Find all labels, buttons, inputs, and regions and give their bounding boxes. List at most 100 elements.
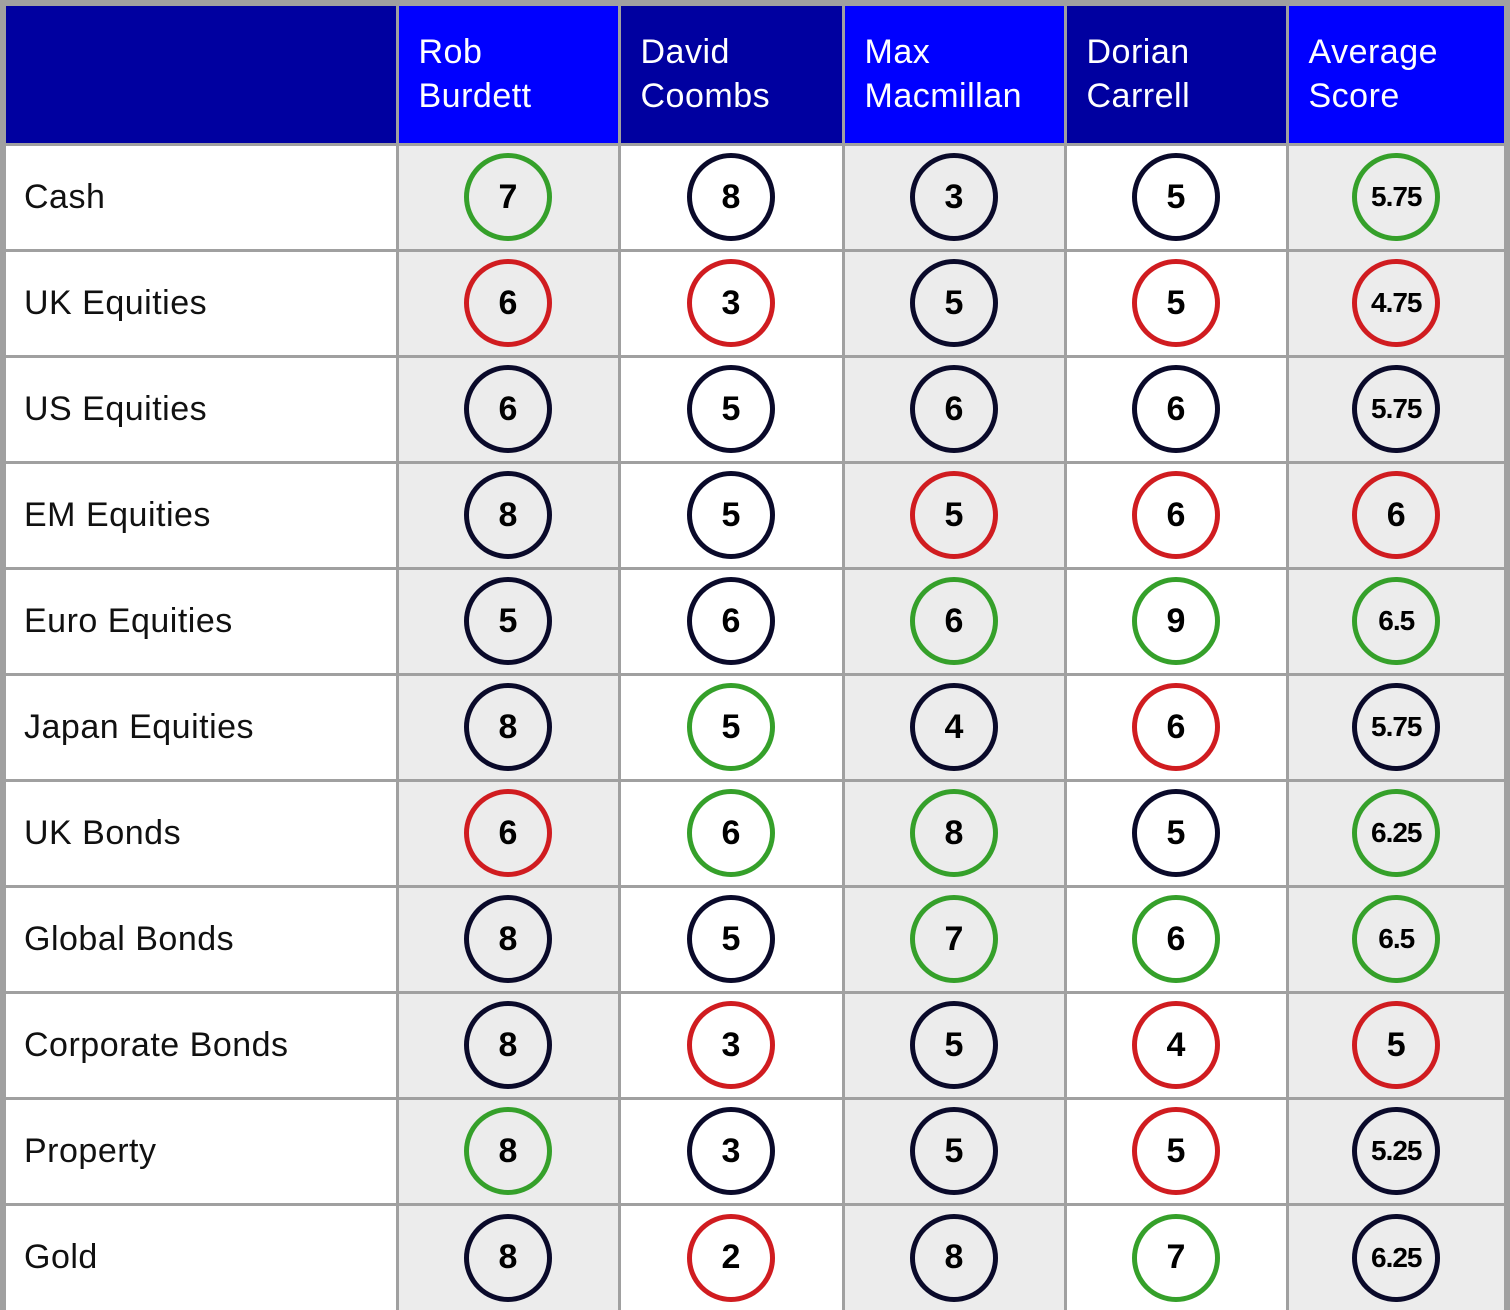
score-badge-neutral: 5 — [1132, 153, 1220, 241]
score-badge-neutral: 5 — [687, 365, 775, 453]
score-badge-neutral: 6 — [1132, 365, 1220, 453]
score-badge-neutral: 8 — [464, 1001, 552, 1089]
header-rob-burdett: Rob Burdett — [395, 6, 619, 146]
score-cell-dorian-carrell: 6 — [1063, 460, 1287, 568]
score-badge-red: 4 — [1132, 1001, 1220, 1089]
header-corner — [6, 6, 397, 146]
score-badge-neutral: 5 — [910, 1107, 998, 1195]
score-badge-neutral: 8 — [464, 1213, 552, 1302]
header-line: Macmillan — [864, 77, 1023, 116]
score-cell-rob-burdett: 8 — [395, 1096, 619, 1204]
table-row: Gold 8 2 8 7 6.25 — [6, 1202, 1504, 1310]
score-cell-dorian-carrell: 7 — [1063, 1202, 1287, 1310]
score-cell-rob-burdett: 5 — [395, 566, 619, 674]
score-cell-average-score: 6 — [1285, 460, 1504, 568]
score-badge-green: 5 — [687, 683, 775, 771]
score-badge-green: 8 — [464, 1107, 552, 1195]
table-row: EM Equities 8 5 5 6 6 — [6, 460, 1504, 568]
score-badge-red: 6 — [1132, 471, 1220, 559]
score-badge-neutral: 6 — [687, 577, 775, 665]
score-cell-max-macmillan: 7 — [841, 884, 1065, 992]
row-label: US Equities — [6, 354, 397, 462]
table-row: Cash 7 8 3 5 5.75 — [6, 142, 1504, 250]
row-label: Property — [6, 1096, 397, 1204]
score-badge-neutral: 8 — [910, 1213, 998, 1302]
score-badge-red: 5 — [1352, 1001, 1441, 1089]
score-cell-average-score: 6.25 — [1285, 1202, 1504, 1310]
score-cell-david-coombs: 5 — [617, 672, 843, 780]
score-cell-rob-burdett: 8 — [395, 672, 619, 780]
row-label: EM Equities — [6, 460, 397, 568]
header-line: Rob — [418, 33, 483, 72]
asset-score-table: Rob Burdett David Coombs Max Macmillan D… — [6, 6, 1504, 1310]
score-cell-dorian-carrell: 6 — [1063, 354, 1287, 462]
score-cell-david-coombs: 3 — [617, 990, 843, 1098]
header-line: David — [640, 33, 730, 72]
row-label: UK Equities — [6, 248, 397, 356]
score-badge-green: 5.75 — [1352, 153, 1441, 241]
table-row: Global Bonds 8 5 7 6 6.5 — [6, 884, 1504, 992]
score-badge-neutral: 4 — [910, 683, 998, 771]
score-badge-green: 6.5 — [1352, 577, 1441, 665]
header-row: Rob Burdett David Coombs Max Macmillan D… — [6, 6, 1504, 146]
score-badge-neutral: 5 — [1132, 789, 1220, 877]
score-badge-green: 7 — [1132, 1213, 1220, 1302]
score-cell-max-macmillan: 3 — [841, 142, 1065, 250]
score-badge-neutral: 6 — [910, 365, 998, 453]
table-row: Japan Equities 8 5 4 6 5.75 — [6, 672, 1504, 780]
score-badge-green: 6 — [910, 577, 998, 665]
score-badge-red: 3 — [687, 259, 775, 347]
row-label: Cash — [6, 142, 397, 250]
score-cell-max-macmillan: 8 — [841, 778, 1065, 886]
header-david-coombs: David Coombs — [617, 6, 843, 146]
table-row: Euro Equities 5 6 6 9 6.5 — [6, 566, 1504, 674]
score-cell-rob-burdett: 8 — [395, 1202, 619, 1310]
header-line: Score — [1308, 77, 1400, 116]
score-badge-neutral: 8 — [464, 683, 552, 771]
score-badge-red: 6 — [464, 259, 552, 347]
score-badge-red: 6 — [464, 789, 552, 877]
score-badge-neutral: 6.25 — [1352, 1213, 1441, 1302]
score-cell-dorian-carrell: 5 — [1063, 1096, 1287, 1204]
score-badge-neutral: 5.75 — [1352, 683, 1441, 771]
score-cell-dorian-carrell: 4 — [1063, 990, 1287, 1098]
score-badge-red: 5 — [910, 471, 998, 559]
score-cell-david-coombs: 6 — [617, 566, 843, 674]
score-badge-neutral: 3 — [910, 153, 998, 241]
row-label: UK Bonds — [6, 778, 397, 886]
score-cell-max-macmillan: 5 — [841, 1096, 1065, 1204]
score-cell-average-score: 5.75 — [1285, 354, 1504, 462]
score-cell-rob-burdett: 6 — [395, 354, 619, 462]
row-label: Japan Equities — [6, 672, 397, 780]
score-badge-neutral: 8 — [464, 471, 552, 559]
table-row: UK Bonds 6 6 8 5 6.25 — [6, 778, 1504, 886]
score-badge-neutral: 5.25 — [1352, 1107, 1441, 1195]
score-cell-average-score: 6.5 — [1285, 884, 1504, 992]
score-cell-average-score: 5 — [1285, 990, 1504, 1098]
score-badge-green: 8 — [910, 789, 998, 877]
score-cell-david-coombs: 5 — [617, 884, 843, 992]
score-badge-green: 7 — [910, 895, 998, 983]
score-cell-david-coombs: 8 — [617, 142, 843, 250]
table-body: Cash 7 8 3 5 5.75 UK Equities 6 3 5 5 4.75 US Equiti… — [6, 142, 1504, 1310]
score-cell-rob-burdett: 8 — [395, 990, 619, 1098]
score-badge-neutral: 5 — [464, 577, 552, 665]
header-line: Burdett — [418, 77, 532, 116]
score-cell-david-coombs: 5 — [617, 460, 843, 568]
header-line: Coombs — [640, 77, 771, 116]
header-line: Carrell — [1086, 77, 1191, 116]
score-cell-dorian-carrell: 5 — [1063, 142, 1287, 250]
header-line: Dorian — [1086, 33, 1190, 72]
header-dorian-carrell: Dorian Carrell — [1063, 6, 1287, 146]
table-row: UK Equities 6 3 5 5 4.75 — [6, 248, 1504, 356]
score-badge-neutral: 5 — [687, 895, 775, 983]
row-label: Global Bonds — [6, 884, 397, 992]
score-cell-rob-burdett: 8 — [395, 460, 619, 568]
score-badge-red: 2 — [687, 1213, 775, 1302]
row-label: Euro Equities — [6, 566, 397, 674]
score-cell-dorian-carrell: 6 — [1063, 884, 1287, 992]
score-badge-neutral: 6 — [464, 365, 552, 453]
score-badge-red: 5 — [1132, 259, 1220, 347]
table-row: Corporate Bonds 8 3 5 4 5 — [6, 990, 1504, 1098]
score-cell-max-macmillan: 5 — [841, 248, 1065, 356]
